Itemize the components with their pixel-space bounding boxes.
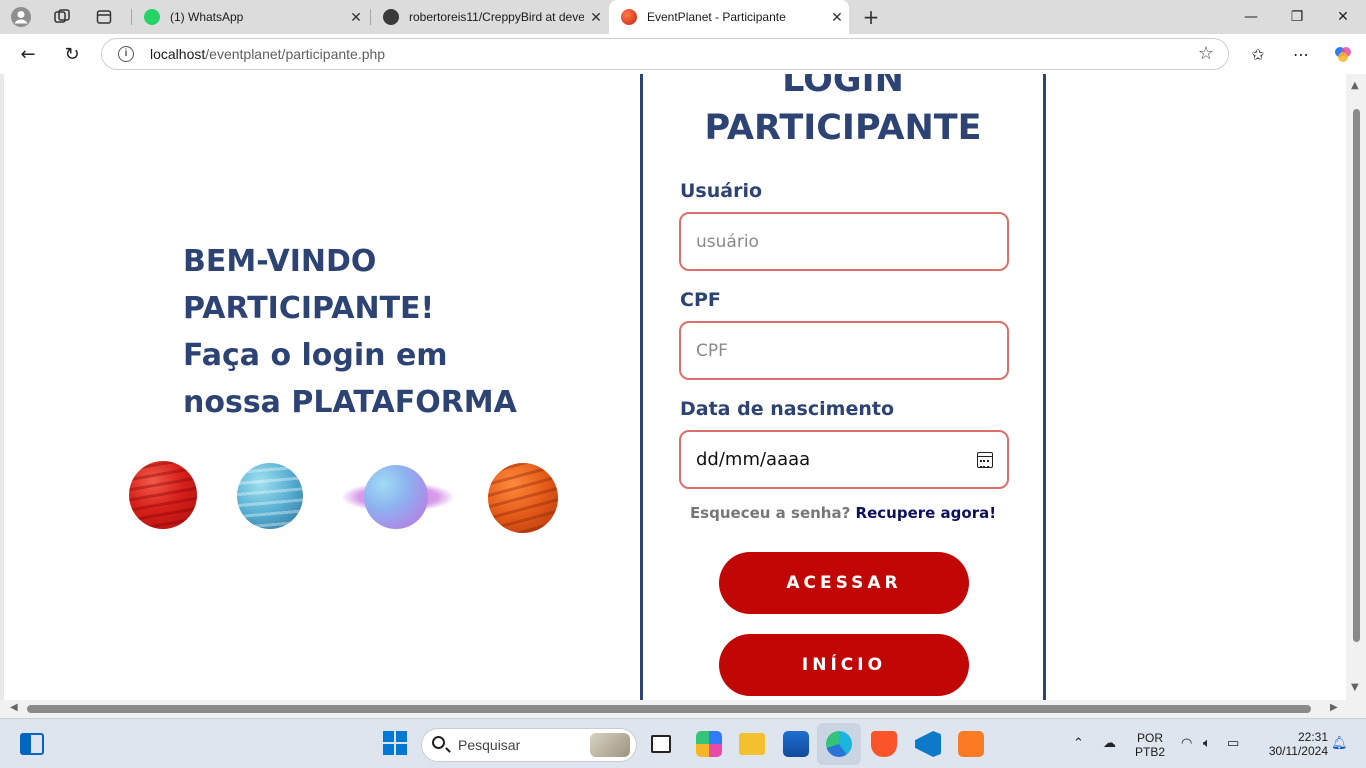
purple-planet-image — [364, 465, 428, 529]
home-button[interactable]: INÍCIO — [719, 634, 969, 696]
tab-title: (1) WhatsApp — [170, 10, 244, 24]
scroll-down-icon[interactable]: ▼ — [1351, 682, 1359, 693]
tab-github[interactable]: robertoreis11/CreppyBird at deve ✕ — [371, 0, 608, 34]
github-icon — [383, 9, 399, 25]
show-hidden-icons-icon[interactable]: ⌃ — [1073, 736, 1084, 751]
page-viewport: BEM-VINDO PARTICIPANTE! Faça o login em … — [4, 74, 1346, 700]
tab-eventplanet[interactable]: EventPlanet - Participante ✕ — [609, 0, 849, 34]
search-highlight-image[interactable] — [590, 733, 630, 757]
clock-date: 30/11/2024 — [1268, 744, 1328, 758]
start-menu-icon[interactable] — [383, 731, 407, 755]
restore-icon[interactable]: ❐ — [1274, 0, 1320, 34]
url-host: localhost — [150, 46, 206, 62]
vscode-icon[interactable] — [915, 731, 941, 757]
taskbar-search-placeholder: Pesquisar — [458, 737, 521, 753]
blue-planet-image — [237, 463, 303, 529]
welcome-line: Faça o login em — [183, 338, 448, 373]
horizontal-scrollbar[interactable]: ◀ ▶ — [0, 700, 1366, 718]
welcome-line: PARTICIPANTE! — [183, 291, 435, 326]
birthdate-label: Data de nascimento — [680, 398, 894, 420]
tab-actions-icon[interactable] — [92, 5, 116, 29]
birthdate-input[interactable]: dd/mm/aaaa — [679, 430, 1009, 489]
address-bar[interactable]: i localhost/eventplanet/participante.php… — [101, 38, 1229, 70]
taskbar-search-box[interactable]: Pesquisar — [421, 728, 637, 762]
scroll-left-icon[interactable]: ◀ — [10, 702, 18, 713]
welcome-line: BEM-VINDO — [183, 244, 377, 279]
welcome-line: nossa PLATAFORMA — [183, 385, 517, 420]
browser-toolbar: ← ↻ i localhost/eventplanet/participante… — [0, 34, 1366, 74]
notifications-bell-icon[interactable]: 🔔︎ — [1331, 736, 1348, 751]
new-tab-icon[interactable]: + — [859, 5, 883, 29]
vertical-scroll-thumb[interactable] — [1353, 109, 1360, 642]
brave-icon[interactable] — [871, 731, 897, 757]
task-view-icon[interactable] — [651, 735, 671, 753]
user-input[interactable] — [679, 212, 1009, 271]
copilot-taskbar-icon[interactable] — [696, 731, 722, 757]
close-window-icon[interactable]: ✕ — [1320, 0, 1366, 34]
keyboard-layout: PTB2 — [1134, 745, 1165, 759]
more-menu-icon[interactable]: ⋯ — [1287, 41, 1315, 67]
scroll-up-icon[interactable]: ▲ — [1351, 80, 1359, 91]
clock-time: 22:31 — [1297, 730, 1328, 744]
refresh-icon[interactable]: ↻ — [58, 41, 86, 67]
cpf-input[interactable] — [679, 321, 1009, 380]
xampp-icon[interactable] — [958, 731, 984, 757]
tab-title: EventPlanet - Participante — [647, 10, 786, 24]
close-tab-icon[interactable]: ✕ — [584, 9, 608, 26]
windows-taskbar: Pesquisar ⌃ ☁ POR PTB2 ◠ 🔈︎ ▭ 22:31 30/1… — [0, 718, 1366, 768]
orange-planet-image — [488, 463, 558, 533]
store-icon[interactable] — [783, 731, 809, 757]
forgot-password-row: Esqueceu a senha? Recupere agora! — [643, 504, 1043, 522]
minimize-icon[interactable]: — — [1228, 0, 1274, 34]
language-code: POR — [1136, 731, 1163, 745]
copilot-icon[interactable] — [1329, 41, 1357, 67]
favorite-star-icon[interactable]: ☆ — [1198, 43, 1214, 64]
battery-icon[interactable]: ▭ — [1227, 736, 1239, 751]
user-label: Usuário — [680, 180, 763, 202]
profile-icon[interactable] — [9, 5, 33, 29]
forgot-password-text: Esqueceu a senha? — [689, 504, 851, 522]
volume-icon[interactable]: 🔈︎ — [1203, 736, 1211, 751]
tab-title: robertoreis11/CreppyBird at deve — [409, 10, 584, 24]
url-text[interactable]: localhost/eventplanet/participante.php — [150, 46, 385, 62]
clock[interactable]: 22:31 30/11/2024 — [1256, 730, 1328, 758]
calendar-icon[interactable] — [977, 451, 993, 468]
vertical-scrollbar[interactable]: ▲ ▼ — [1346, 74, 1366, 700]
browser-tab-strip: (1) WhatsApp ✕ robertoreis11/CreppyBird … — [0, 0, 1366, 34]
recover-password-link[interactable]: Recupere agora! — [856, 504, 997, 522]
url-path: /eventplanet/participante.php — [205, 46, 386, 62]
cpf-label: CPF — [680, 289, 721, 311]
edge-icon[interactable] — [826, 731, 852, 757]
onedrive-icon[interactable]: ☁ — [1103, 736, 1116, 751]
close-tab-icon[interactable]: ✕ — [825, 9, 849, 26]
welcome-heading: BEM-VINDO PARTICIPANTE! Faça o login em … — [183, 238, 517, 426]
tab-whatsapp[interactable]: (1) WhatsApp ✕ — [132, 0, 368, 34]
back-arrow-icon[interactable]: ← — [14, 41, 42, 67]
whatsapp-icon — [144, 9, 160, 25]
red-planet-image — [129, 461, 197, 529]
language-indicator[interactable]: POR PTB2 — [1133, 731, 1167, 759]
favorites-icon[interactable]: ✩ — [1244, 41, 1272, 67]
file-explorer-icon[interactable] — [739, 733, 765, 755]
login-title-line1: LOGIN — [782, 74, 904, 100]
search-icon — [432, 736, 445, 749]
planet-favicon-icon — [621, 9, 637, 25]
birthdate-value: dd/mm/aaaa — [696, 449, 811, 470]
site-info-icon[interactable]: i — [118, 46, 134, 62]
login-panel: LOGIN PARTICIPANTE Usuário CPF Data de n… — [640, 74, 1046, 700]
wifi-icon[interactable]: ◠ — [1181, 736, 1192, 751]
workspaces-icon[interactable] — [50, 5, 74, 29]
scroll-right-icon[interactable]: ▶ — [1330, 702, 1338, 713]
access-button[interactable]: ACESSAR — [719, 552, 969, 614]
widgets-icon[interactable] — [20, 733, 44, 755]
horizontal-scroll-thumb[interactable] — [27, 705, 1311, 713]
login-title-line2: PARTICIPANTE — [704, 108, 982, 148]
close-tab-icon[interactable]: ✕ — [344, 9, 368, 26]
